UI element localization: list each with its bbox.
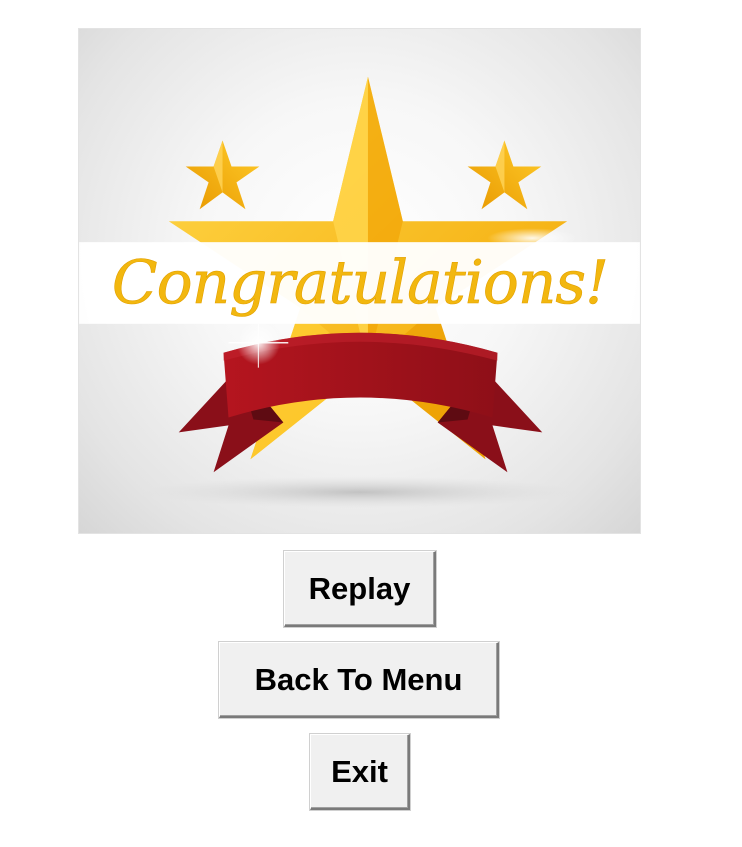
congratulations-text: Congratulations! bbox=[112, 249, 608, 318]
congratulations-illustration: Congratulations! bbox=[79, 76, 640, 509]
small-star-right-icon bbox=[467, 140, 542, 210]
small-star-left-icon bbox=[185, 140, 260, 210]
replay-button[interactable]: Replay bbox=[284, 551, 436, 627]
ribbon-icon bbox=[178, 332, 543, 473]
exit-button[interactable]: Exit bbox=[310, 734, 410, 810]
floor-shadow bbox=[140, 476, 580, 509]
back-to-menu-button[interactable]: Back To Menu bbox=[219, 642, 499, 718]
congratulations-banner: Congratulations! bbox=[78, 28, 641, 534]
